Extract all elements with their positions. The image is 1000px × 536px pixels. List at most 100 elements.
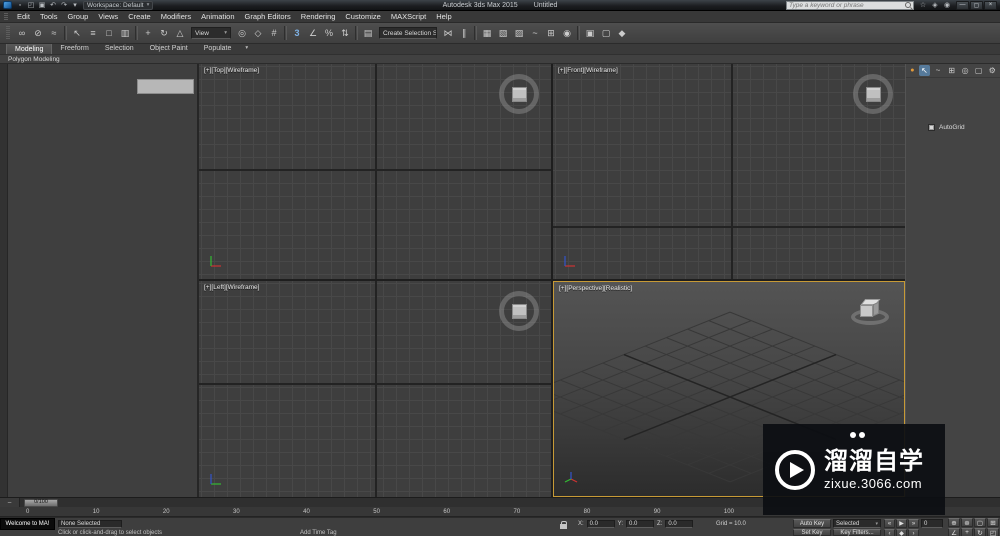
undo-icon[interactable]: ↶ — [48, 1, 58, 10]
field-of-view-icon[interactable]: ∠ — [948, 528, 960, 536]
menu-graph-editors[interactable]: Graph Editors — [240, 11, 296, 23]
viewport-front[interactable]: [+][Front][Wireframe] — [553, 64, 905, 279]
current-frame-field[interactable]: 0 — [921, 519, 943, 528]
new-scene-icon[interactable]: ▫ — [15, 1, 25, 10]
close-button[interactable]: × — [984, 0, 997, 10]
zoom-extents-icon[interactable]: ▢ — [974, 518, 986, 527]
go-to-end-icon[interactable]: » — [908, 519, 919, 528]
zoom-extents-all-icon[interactable]: ⊞ — [987, 518, 999, 527]
play-animation-icon[interactable]: ▶ — [896, 519, 907, 528]
project-folder-icon[interactable]: ▾ — [70, 1, 80, 10]
select-by-name-icon[interactable]: ≡ — [85, 25, 101, 41]
ribbon-options-chevron-icon[interactable]: ▾ — [245, 43, 248, 54]
viewport-top-label[interactable]: [+][Top][Wireframe] — [204, 67, 259, 74]
viewport-left-label[interactable]: [+][Left][Wireframe] — [204, 284, 259, 291]
next-frame-icon[interactable]: › — [908, 529, 919, 536]
redo-icon[interactable]: ↷ — [59, 1, 69, 10]
mirror-icon[interactable]: ⋈ — [440, 25, 456, 41]
autogrid-checkbox[interactable] — [928, 124, 935, 131]
select-and-scale-icon[interactable]: △ — [172, 25, 188, 41]
search-input[interactable] — [789, 1, 903, 9]
create-tab-icon[interactable]: ↖ — [918, 65, 931, 76]
reference-coordinate-dropdown[interactable]: View ▾ — [191, 27, 231, 39]
x-coord-field[interactable]: 0.0 — [586, 520, 615, 528]
welcome-tooltip[interactable]: Welcome to MA! — [0, 518, 55, 530]
motion-tab-icon[interactable]: ◎ — [959, 65, 971, 76]
polygon-modeling-panel-label[interactable]: Polygon Modeling — [8, 56, 60, 63]
workspace-dropdown[interactable]: Workspace: Default ▾ — [83, 0, 154, 10]
time-slider-handle[interactable]: 0/100 — [24, 499, 58, 507]
hierarchy-tab-icon[interactable]: ⊞ — [946, 65, 958, 76]
select-and-link-icon[interactable]: ∞ — [14, 25, 30, 41]
menu-rendering[interactable]: Rendering — [296, 11, 341, 23]
menu-grip[interactable] — [4, 12, 8, 21]
z-coord-field[interactable]: 0.0 — [665, 520, 694, 528]
zoom-icon[interactable]: ⊕ — [948, 518, 960, 527]
spinner-snap-toggle-icon[interactable]: ⇅ — [337, 25, 353, 41]
viewport-perspective-label[interactable]: [+][Perspective][Realistic] — [559, 285, 632, 292]
tab-modeling[interactable]: Modeling — [6, 43, 53, 54]
y-coord-field[interactable]: 0.0 — [626, 520, 655, 528]
toolbar-grip[interactable] — [6, 26, 10, 40]
select-and-rotate-icon[interactable]: ↻ — [156, 25, 172, 41]
menu-help[interactable]: Help — [431, 11, 456, 23]
keyboard-shortcut-override-icon[interactable]: # — [266, 25, 282, 41]
menu-create[interactable]: Create — [123, 11, 156, 23]
schematic-view-icon[interactable]: ⊞ — [543, 25, 559, 41]
tab-freeform[interactable]: Freeform — [52, 43, 96, 54]
select-and-manipulate-icon[interactable]: ◇ — [250, 25, 266, 41]
maximize-viewport-toggle-icon[interactable]: ◰ — [987, 528, 999, 536]
menu-tools[interactable]: Tools — [35, 11, 63, 23]
previous-frame-icon[interactable]: ‹ — [884, 529, 895, 536]
toggle-scene-explorer-icon[interactable]: ▦ — [479, 25, 495, 41]
toggle-layer-explorer-icon[interactable]: ▧ — [495, 25, 511, 41]
menu-group[interactable]: Group — [62, 11, 93, 23]
menu-modifiers[interactable]: Modifiers — [156, 11, 196, 23]
selection-lock-icon[interactable] — [560, 521, 567, 529]
snaps-toggle[interactable]: 3 — [289, 25, 305, 41]
key-mode-toggle-icon[interactable]: ◆ — [896, 529, 907, 536]
use-pivot-point-center-icon[interactable]: ◎ — [234, 25, 250, 41]
align-icon[interactable]: ∥ — [456, 25, 472, 41]
add-time-tag[interactable]: Add Time Tag — [300, 530, 337, 536]
tab-populate[interactable]: Populate — [196, 43, 240, 54]
menu-animation[interactable]: Animation — [196, 11, 239, 23]
go-to-start-icon[interactable]: « — [884, 519, 895, 528]
utilities-tab-icon[interactable]: ⚙ — [986, 65, 998, 76]
percent-snap-toggle-icon[interactable]: % — [321, 25, 337, 41]
auto-key-button[interactable]: Auto Key — [793, 519, 831, 528]
key-set-dropdown[interactable]: Selected ▾ — [833, 519, 881, 528]
pan-view-icon[interactable]: + — [961, 528, 973, 536]
menu-views[interactable]: Views — [93, 11, 123, 23]
viewcube[interactable] — [850, 294, 892, 332]
communication-center-icon[interactable]: ◈ — [930, 1, 940, 10]
render-production-icon[interactable]: ◆ — [614, 25, 630, 41]
open-file-icon[interactable]: ◰ — [26, 1, 36, 10]
rendered-frame-window-icon[interactable]: ▢ — [598, 25, 614, 41]
render-setup-icon[interactable]: ▣ — [582, 25, 598, 41]
set-key-button[interactable]: Set Key — [793, 529, 831, 536]
display-tab-icon[interactable]: ▢ — [973, 65, 985, 76]
unlink-selection-icon[interactable]: ⊘ — [30, 25, 46, 41]
viewcube[interactable] — [499, 74, 539, 114]
viewcube[interactable] — [499, 291, 539, 331]
viewport-front-label[interactable]: [+][Front][Wireframe] — [558, 67, 618, 74]
angle-snap-toggle-icon[interactable]: ∠ — [305, 25, 321, 41]
modify-tab-icon[interactable]: ~ — [932, 65, 944, 76]
tab-object-paint[interactable]: Object Paint — [142, 43, 196, 54]
viewport-left[interactable]: [+][Left][Wireframe] — [199, 281, 551, 497]
edit-named-selection-sets-icon[interactable]: ▤ — [360, 25, 376, 41]
zoom-all-icon[interactable]: ⊛ — [961, 518, 973, 527]
minimize-button[interactable]: — — [956, 0, 969, 10]
curve-editor-icon[interactable]: ~ — [527, 25, 543, 41]
material-editor-icon[interactable]: ◉ — [559, 25, 575, 41]
sign-in-icon[interactable]: ◉ — [942, 1, 952, 10]
graphite-ribbon-toggle-icon[interactable]: ▨ — [511, 25, 527, 41]
rectangular-selection-region-icon[interactable]: □ — [101, 25, 117, 41]
window-crossing-toggle-icon[interactable]: ▥ — [117, 25, 133, 41]
select-object-icon[interactable]: ↖ — [69, 25, 85, 41]
viewport-top[interactable]: [+][Top][Wireframe] — [199, 64, 551, 279]
named-selection-sets-dropdown[interactable]: Create Selection Se ▾ — [379, 27, 437, 39]
viewcube[interactable] — [853, 74, 893, 114]
app-logo-icon[interactable] — [3, 1, 12, 9]
